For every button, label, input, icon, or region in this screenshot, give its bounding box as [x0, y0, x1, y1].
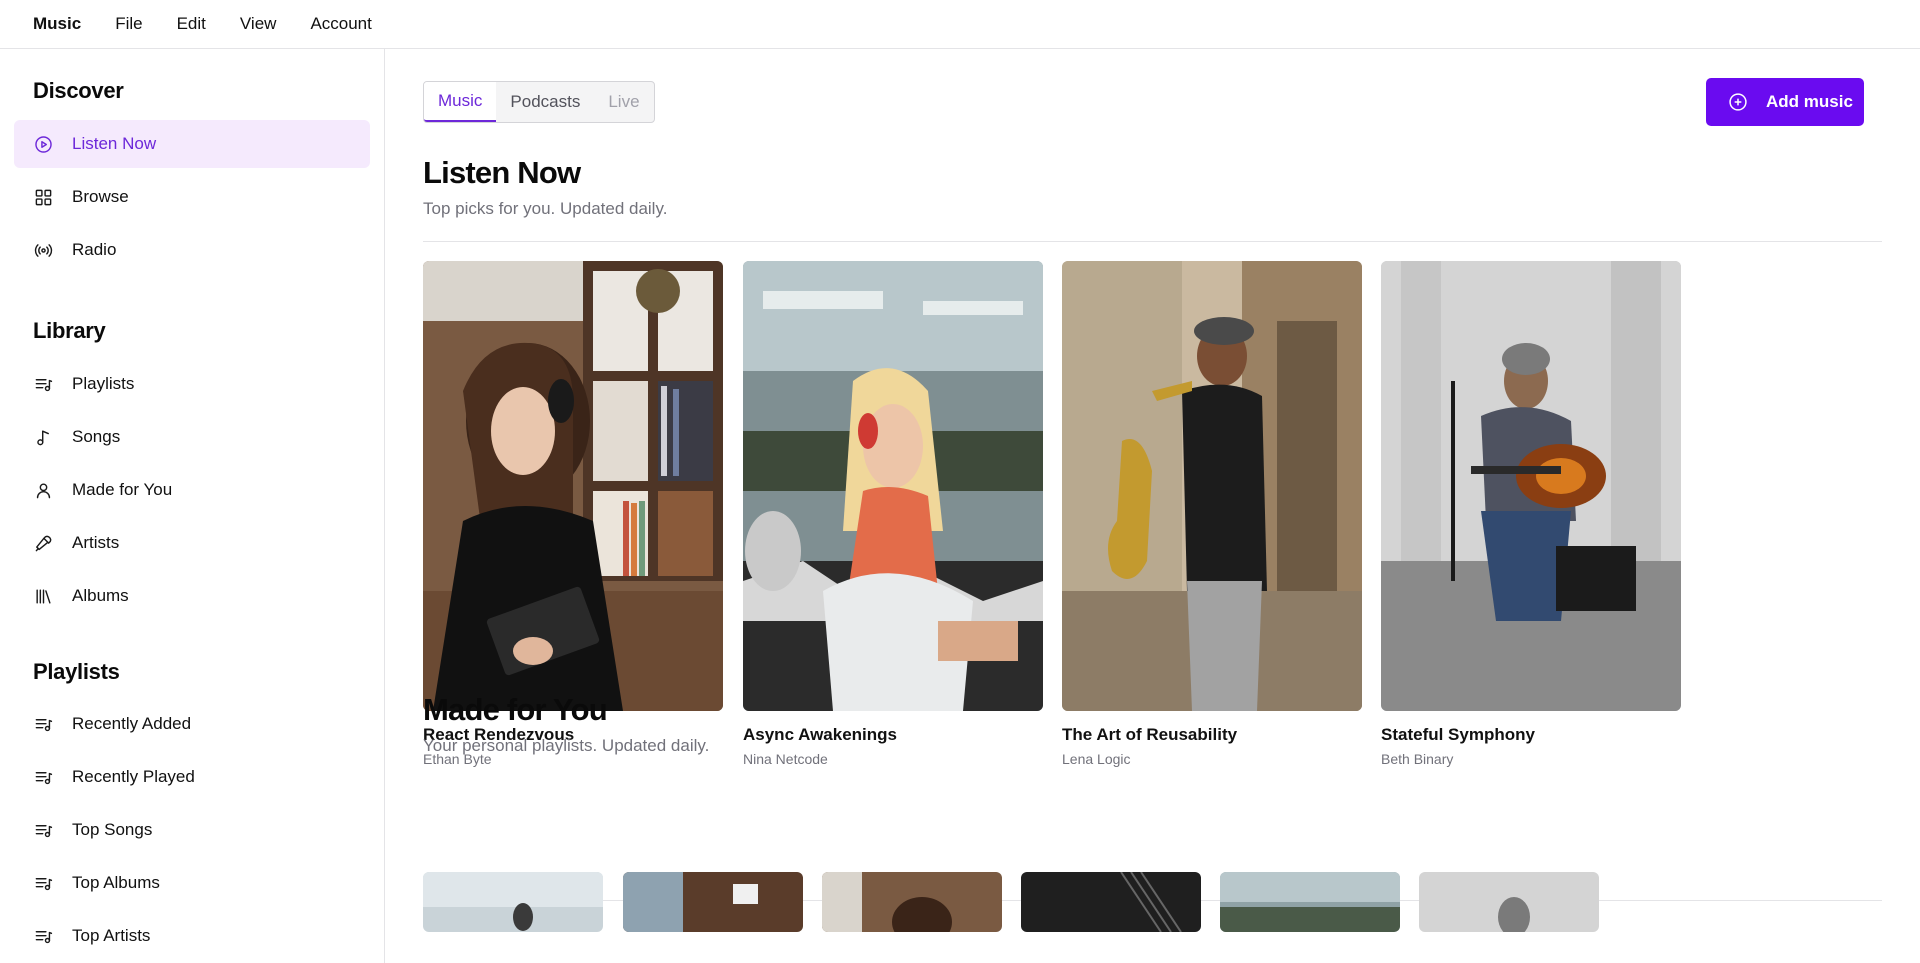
sidebar-item-label: Albums [72, 586, 129, 605]
sidebar-item-label: Top Albums [72, 873, 160, 892]
playlist-card[interactable] [1021, 872, 1201, 932]
album-title: The Art of Reusability [1062, 725, 1238, 744]
album-artist: Nina Netcode [743, 751, 828, 767]
user-icon [33, 480, 53, 500]
plus-circle-icon [1729, 93, 1747, 111]
sidebar-item-label: Browse [72, 187, 129, 206]
album-artist: Beth Binary [1381, 751, 1454, 767]
sidebar-item-label: Recently Played [72, 767, 195, 786]
sidebar: Discover Listen Now Browse Radio Library… [0, 49, 385, 963]
sidebar-item-label: Listen Now [72, 134, 157, 153]
list-music-icon [33, 873, 53, 893]
sidebar-item-playlists[interactable]: Playlists [14, 360, 370, 408]
list-music-icon [33, 714, 53, 734]
sidebar-section-library: Library [33, 318, 106, 343]
sidebar-item-made-for-you[interactable]: Made for You [14, 466, 370, 514]
main-content: Music Podcasts Live Add music Listen Now… [385, 49, 1920, 963]
made-for-you-title: Made for You [423, 692, 608, 727]
add-music-button[interactable]: Add music [1706, 78, 1864, 126]
listen-now-subtitle: Top picks for you. Updated daily. [423, 199, 668, 218]
album-card[interactable]: Stateful Symphony Beth Binary [1381, 261, 1681, 767]
sidebar-item-label: Made for You [72, 480, 173, 499]
album-artist: Lena Logic [1062, 751, 1131, 767]
sidebar-item-artists[interactable]: Artists [14, 519, 370, 567]
sidebar-item-label: Radio [72, 240, 117, 259]
list-music-icon [33, 374, 53, 394]
sidebar-item-label: Top Songs [72, 820, 153, 839]
music-note-icon [33, 427, 53, 447]
sidebar-item-top-songs[interactable]: Top Songs [14, 806, 370, 854]
tab-music[interactable]: Music [424, 82, 497, 122]
divider [423, 241, 1882, 242]
sidebar-item-listen-now[interactable]: Listen Now [14, 120, 370, 168]
playlist-card[interactable] [1220, 872, 1400, 932]
playlist-card[interactable] [623, 872, 803, 932]
sidebar-item-browse[interactable]: Browse [14, 173, 370, 221]
tab-list: Music Podcasts Live [423, 81, 655, 123]
sidebar-item-albums[interactable]: Albums [14, 572, 370, 620]
list-music-icon [33, 926, 53, 946]
album-title: Async Awakenings [743, 725, 898, 744]
radio-icon [33, 240, 53, 260]
menu-view[interactable]: View [240, 14, 277, 34]
sidebar-item-label: Artists [72, 533, 120, 552]
album-cover [1381, 261, 1681, 711]
menu-edit[interactable]: Edit [177, 14, 206, 34]
menu-account[interactable]: Account [310, 14, 371, 34]
mic-icon [33, 533, 53, 553]
menu-file[interactable]: File [115, 14, 142, 34]
sidebar-item-label: Songs [72, 427, 121, 446]
sidebar-item-recently-played[interactable]: Recently Played [14, 753, 370, 801]
menu-music[interactable]: Music [33, 14, 81, 34]
sidebar-item-radio[interactable]: Radio [14, 226, 370, 274]
sidebar-item-label: Playlists [72, 374, 135, 393]
sidebar-item-top-albums[interactable]: Top Albums [14, 859, 370, 907]
grid-icon [33, 187, 53, 207]
sidebar-item-recently-added[interactable]: Recently Added [14, 700, 370, 748]
library-icon [33, 586, 53, 606]
sidebar-item-label: Recently Added [72, 714, 192, 733]
album-title: Stateful Symphony [1381, 725, 1535, 744]
album-cover [1062, 261, 1362, 711]
sidebar-section-discover: Discover [33, 78, 124, 103]
list-music-icon [33, 767, 53, 787]
sidebar-item-songs[interactable]: Songs [14, 413, 370, 461]
tab-live: Live [608, 92, 640, 111]
playlist-card[interactable] [1419, 872, 1599, 932]
menubar: Music File Edit View Account [0, 0, 1920, 49]
sidebar-item-top-artists[interactable]: Top Artists [14, 912, 370, 960]
album-card[interactable]: The Art of Reusability Lena Logic [1062, 261, 1362, 767]
listen-now-title: Listen Now [423, 155, 581, 190]
album-cover [743, 261, 1043, 711]
sidebar-section-playlists: Playlists [33, 659, 120, 684]
album-card[interactable]: Async Awakenings Nina Netcode [743, 261, 1043, 767]
tab-podcasts[interactable]: Podcasts [496, 82, 594, 122]
playlist-card[interactable] [423, 872, 603, 932]
play-circle-icon [33, 134, 53, 154]
album-cover [423, 261, 723, 711]
playlist-card[interactable] [822, 872, 1002, 932]
add-music-label: Add music [1766, 92, 1853, 111]
sidebar-item-label: Top Artists [72, 926, 151, 945]
made-for-you-subtitle: Your personal playlists. Updated daily. [423, 736, 710, 755]
list-music-icon [33, 820, 53, 840]
